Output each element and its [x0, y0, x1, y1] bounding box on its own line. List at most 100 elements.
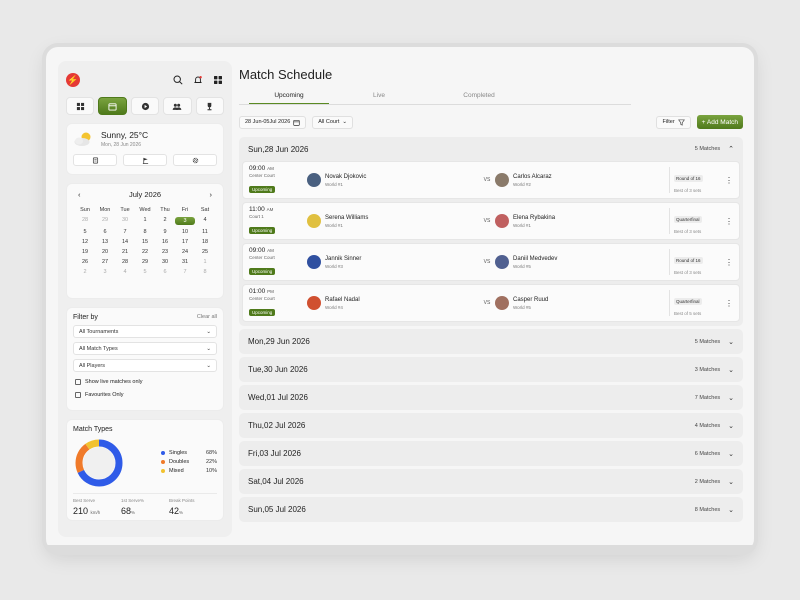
calendar-day[interactable]: 30: [115, 217, 135, 225]
notes-button[interactable]: [73, 154, 117, 166]
calendar-day[interactable]: 31: [175, 259, 195, 265]
day-row[interactable]: Fri,03 Jul 2026 6 Matches ⌄: [239, 441, 743, 466]
calendar-day[interactable]: 16: [155, 239, 175, 245]
match-row[interactable]: 11:00 AM Court 1 Upcoming Serena Williams Wo…: [242, 202, 740, 240]
calendar-day[interactable]: 23: [155, 249, 175, 255]
calendar-day[interactable]: 8: [195, 269, 215, 275]
tab-completed[interactable]: Completed: [429, 92, 529, 104]
calendar-day[interactable]: 17: [175, 239, 195, 245]
calendar-day[interactable]: 3: [95, 269, 115, 275]
calendar-day[interactable]: 27: [95, 259, 115, 265]
player-two[interactable]: Casper Ruud World #5: [495, 296, 665, 310]
chevron-down-icon[interactable]: ⌄: [728, 394, 734, 402]
day-header[interactable]: Sun,28 Jun 2026 5 Matches ⌃: [239, 137, 743, 161]
calendar-day[interactable]: 30: [155, 259, 175, 265]
day-row[interactable]: Sun,05 Jul 2026 8 Matches ⌄: [239, 497, 743, 522]
calendar-day[interactable]: 5: [75, 229, 95, 235]
nav-calendar-button[interactable]: [98, 97, 127, 115]
calendar-day[interactable]: 19: [75, 249, 95, 255]
player-one[interactable]: Rafael Nadal World #4: [307, 296, 479, 310]
chevron-down-icon[interactable]: ⌄: [728, 422, 734, 430]
calendar-day[interactable]: 12: [75, 239, 95, 245]
match-row[interactable]: 09:00 AM Center Court Upcoming Novak Djokov…: [242, 161, 740, 199]
chevron-down-icon[interactable]: ⌄: [728, 366, 734, 374]
calendar-day[interactable]: 21: [115, 249, 135, 255]
calendar-day[interactable]: 20: [95, 249, 115, 255]
checkbox-box[interactable]: [75, 392, 81, 398]
match-type-select[interactable]: All Match Types ⌄: [73, 342, 217, 355]
calendar-day[interactable]: 26: [75, 259, 95, 265]
calendar-day[interactable]: 24: [175, 249, 195, 255]
live-only-checkbox[interactable]: Show live matches only: [73, 379, 217, 385]
bell-icon[interactable]: [192, 74, 204, 86]
tournament-select[interactable]: All Tournaments ⌄: [73, 325, 217, 338]
calendar-day-selected[interactable]: 3: [175, 217, 195, 225]
chevron-down-icon[interactable]: ⌄: [728, 338, 734, 346]
day-row[interactable]: Mon,29 Jun 2026 5 Matches ⌄: [239, 329, 743, 354]
filter-button[interactable]: Filter: [656, 115, 691, 129]
calendar-day[interactable]: 29: [135, 259, 155, 265]
calendar-day[interactable]: 11: [195, 229, 215, 235]
more-options-icon[interactable]: ⋮: [725, 299, 733, 308]
search-icon[interactable]: [172, 74, 184, 86]
day-row[interactable]: Wed,01 Jul 2026 7 Matches ⌄: [239, 385, 743, 410]
tab-live[interactable]: Live: [329, 92, 429, 104]
player-two[interactable]: Elena Rybakina World #1: [495, 214, 665, 228]
court-select[interactable]: All Court ⌄: [312, 115, 353, 129]
calendar-day[interactable]: 4: [195, 217, 215, 225]
chevron-down-icon[interactable]: ⌄: [728, 506, 734, 514]
calendar-day[interactable]: 10: [175, 229, 195, 235]
calendar-day[interactable]: 13: [95, 239, 115, 245]
nav-play-button[interactable]: [130, 97, 160, 115]
match-row[interactable]: 09:00 AM Center Court Upcoming Jannik Sinne…: [242, 243, 740, 281]
calendar-day[interactable]: 14: [115, 239, 135, 245]
calendar-day[interactable]: 28: [75, 217, 95, 225]
calendar-day[interactable]: 5: [135, 269, 155, 275]
nav-players-button[interactable]: [163, 97, 192, 115]
chevron-down-icon[interactable]: ⌄: [728, 478, 734, 486]
calendar-prev-button[interactable]: ‹: [78, 190, 81, 199]
more-options-icon[interactable]: ⋮: [725, 258, 733, 267]
nav-awards-button[interactable]: [195, 97, 225, 115]
calendar-day[interactable]: 18: [195, 239, 215, 245]
more-options-icon[interactable]: ⋮: [725, 176, 733, 185]
grid-menu-icon[interactable]: [212, 74, 224, 86]
calendar-day[interactable]: 7: [175, 269, 195, 275]
calendar-day[interactable]: 22: [135, 249, 155, 255]
player-one[interactable]: Serena Williams World #1: [307, 214, 479, 228]
more-options-icon[interactable]: ⋮: [725, 217, 733, 226]
players-select[interactable]: All Players ⌄: [73, 359, 217, 372]
calendar-day[interactable]: 25: [195, 249, 215, 255]
calendar-day[interactable]: 6: [155, 269, 175, 275]
day-row[interactable]: Sat,04 Jul 2026 2 Matches ⌄: [239, 469, 743, 494]
settings-button[interactable]: [173, 154, 217, 166]
calendar-day[interactable]: 9: [155, 229, 175, 235]
player-one[interactable]: Jannik Sinner World #3: [307, 255, 479, 269]
nav-dashboard-button[interactable]: [66, 97, 95, 115]
checkbox-box[interactable]: [75, 379, 81, 385]
calendar-next-button[interactable]: ›: [209, 190, 212, 199]
clear-all-button[interactable]: Clear all: [197, 314, 217, 321]
calendar-day[interactable]: 4: [115, 269, 135, 275]
date-range-picker[interactable]: 28 Jun-05Jul 2026: [239, 115, 307, 129]
calendar-day[interactable]: 29: [95, 217, 115, 225]
player-two[interactable]: Daniil Medvedev World #5: [495, 255, 665, 269]
tab-upcoming[interactable]: Upcoming: [249, 92, 329, 104]
chevron-down-icon[interactable]: ⌄: [728, 450, 734, 458]
calendar-day[interactable]: 2: [75, 269, 95, 275]
add-match-button[interactable]: + Add Match: [696, 115, 743, 129]
calendar-day[interactable]: 2: [155, 217, 175, 225]
logo-bolt-icon[interactable]: ⚡: [66, 73, 80, 87]
day-row[interactable]: Thu,02 Jul 2026 4 Matches ⌄: [239, 413, 743, 438]
calendar-day[interactable]: 6: [95, 229, 115, 235]
calendar-day[interactable]: 1: [135, 217, 155, 225]
favourites-checkbox[interactable]: Favourites Only: [73, 392, 217, 398]
calendar-day[interactable]: 7: [115, 229, 135, 235]
day-row[interactable]: Tue,30 Jun 2026 3 Matches ⌄: [239, 357, 743, 382]
chevron-up-icon[interactable]: ⌃: [728, 145, 734, 153]
court-button[interactable]: [123, 154, 167, 166]
calendar-day[interactable]: 8: [135, 229, 155, 235]
calendar-day[interactable]: 15: [135, 239, 155, 245]
player-one[interactable]: Novak Djokovic World #1: [307, 173, 479, 187]
player-two[interactable]: Carlos Alcaraz World #2: [495, 173, 665, 187]
